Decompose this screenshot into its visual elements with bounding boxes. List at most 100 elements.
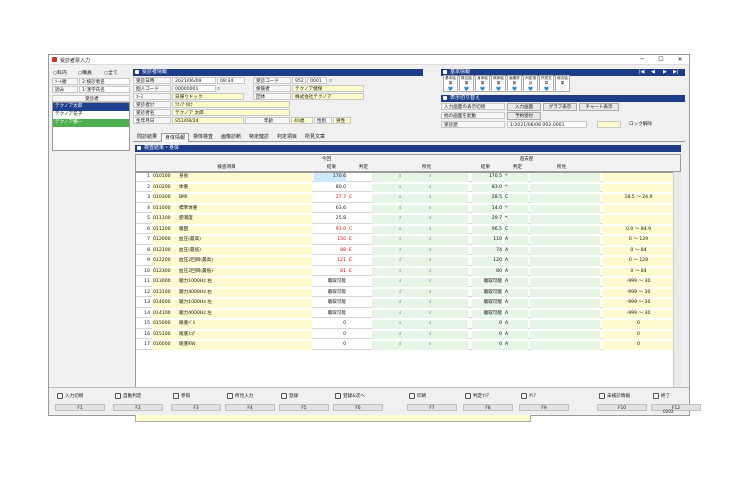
finding-cell[interactable] (372, 183, 468, 192)
judge-value[interactable] (348, 310, 370, 319)
judge-value[interactable]: E (348, 247, 370, 256)
table-row[interactable]: 2 010200 体重 80.0 83.0 * ⌕ ⌕ (136, 183, 676, 193)
finding-cell[interactable] (372, 204, 468, 213)
toolbar-overall-result[interactable]: 総合結果 ♡ (555, 75, 570, 93)
insurer-field[interactable]: テクノア健保 (292, 85, 364, 92)
search-icon[interactable]: ⌕ (398, 236, 404, 245)
fkey-f10[interactable]: 未検診情報 F10 (597, 390, 649, 414)
search-icon[interactable]: ⌕ (398, 194, 404, 203)
input-screen-button[interactable]: 入力画面 (507, 103, 541, 111)
next-record-button[interactable]: ▶ (663, 69, 667, 76)
judge-value[interactable]: E (348, 257, 370, 266)
toolbar-basic-result[interactable]: 基本結果 ♥ (443, 75, 458, 93)
search-icon[interactable]: ⌕ (398, 278, 404, 287)
search-icon[interactable]: ⌕ (398, 320, 404, 329)
list-item[interactable]: テクノア花子 (53, 111, 129, 119)
result-value[interactable]: 聴取可能 (314, 299, 346, 308)
search-icon[interactable]: ⌕ (428, 299, 434, 308)
toolbar-findings[interactable]: 所見文章 ♥ (539, 75, 554, 93)
search-icon[interactable]: ⌕ (428, 173, 434, 182)
judge-value[interactable]: C (348, 194, 370, 203)
search-icon[interactable]: ⌕ (398, 289, 404, 298)
table-row[interactable]: 12 013100 聴力4000Hz 右聴取可能 聴取可能 A -999 ～ 30 ⌕ ⌕ (136, 288, 676, 298)
fkey-f9[interactable]: ｸﾘｱ F9 (519, 390, 571, 414)
table-row[interactable]: 9 012200 血圧2回目(最高) 121 E 120 A 0 ～ 129 ⌕ ⌕ (136, 257, 676, 266)
lock-release-label[interactable]: ロック解除 (627, 121, 663, 128)
org-field[interactable]: 株式会社テクノア (292, 93, 364, 100)
search-icon[interactable]: ⌕ (398, 205, 404, 214)
code-prefix-field[interactable]: 952 (292, 77, 306, 84)
table-row[interactable]: 1 010100 身長 170.6 170.5 * ⌕ ⌕ (136, 173, 676, 182)
fkey-f3[interactable]: 参照 F3 (171, 390, 223, 414)
search-icon[interactable]: ⌕ (428, 289, 434, 298)
kana-field[interactable]: ﾃｸﾉｱ ﾀﾛｳ (172, 101, 290, 108)
finding-cell[interactable] (372, 278, 468, 287)
birth-field[interactable]: S51/08/24 (172, 117, 244, 124)
search-icon[interactable]: ⌕ (398, 310, 404, 319)
lock-field[interactable] (597, 121, 621, 128)
fkey-f5[interactable]: 登録 F5 (279, 390, 331, 414)
result-value[interactable]: 0 (314, 341, 346, 350)
finding-cell[interactable] (372, 288, 468, 297)
first-record-button[interactable]: |◀ (639, 69, 645, 76)
search-icon[interactable]: ⌕ (428, 215, 434, 224)
judge-value[interactable] (348, 331, 370, 340)
search-icon[interactable]: ⌕ (398, 268, 404, 277)
result-value[interactable]: 170.6 (314, 173, 346, 182)
fkey-f7[interactable]: 印刷 F7 (407, 390, 459, 414)
search-icon[interactable]: ⌕ (398, 299, 404, 308)
table-row[interactable]: 5 011100 肥満度 25.8 29.7 * ⌕ ⌕ (136, 215, 676, 224)
result-value[interactable]: 91.0 (314, 226, 346, 235)
finding-cell[interactable] (372, 257, 468, 266)
tab-image[interactable]: 画像診断 (217, 133, 245, 142)
judge-value[interactable] (348, 299, 370, 308)
course-field[interactable]: 日帰りドック (172, 93, 244, 100)
fkey-f1[interactable]: 入力切替 F1 (55, 390, 107, 414)
date-field[interactable]: 2021/06/09 (172, 77, 216, 84)
judge-value[interactable]: E (348, 268, 370, 277)
search-icon[interactable]: ⌕ (398, 226, 404, 235)
minimize-button[interactable]: ─ (633, 55, 651, 65)
fkey-f4[interactable]: 所見入力 F4 (225, 390, 277, 414)
judge-value[interactable] (348, 289, 370, 298)
result-value[interactable]: 121 (314, 257, 346, 266)
prev-record-button[interactable]: ◀ (651, 69, 655, 76)
tab-interview[interactable]: 問診結果 (133, 133, 161, 142)
time-field[interactable]: 09:34 (217, 77, 245, 84)
judge-value[interactable] (348, 320, 370, 329)
search-icon[interactable]: ⌕ (428, 310, 434, 319)
toolbar-body-result[interactable]: 身体結果 ♥ (475, 75, 490, 93)
result-value[interactable]: 150 (314, 236, 346, 245)
sort-select[interactable]: 2:検診者名 (79, 78, 130, 85)
search-icon[interactable]: ⌕ (428, 257, 434, 266)
search-icon[interactable]: ⌕ (398, 247, 404, 256)
tab-body[interactable]: 身体情報 (161, 133, 189, 142)
toolbar-judge-items[interactable]: 判定項目 ♥ (523, 75, 538, 93)
search-icon[interactable]: ⌕ (428, 320, 434, 329)
judge-value[interactable]: E (348, 236, 370, 245)
tab-judge[interactable]: 判定項目 (273, 133, 301, 142)
finding-cell[interactable] (372, 173, 468, 182)
toolbar-history-result[interactable]: 既往結果 ♥ (459, 75, 474, 93)
search-icon[interactable]: ⌕ (428, 341, 434, 350)
maximize-button[interactable]: ☐ (652, 55, 670, 65)
tab-specific[interactable]: 特定健診 (245, 133, 273, 142)
search-icon[interactable]: ⌕ (398, 184, 404, 193)
result-value[interactable]: 0 (314, 320, 346, 329)
finding-cell[interactable] (372, 215, 468, 224)
radio-staff[interactable]: ○職員 (78, 69, 92, 76)
table-row[interactable]: 14 014100 聴力4000Hz 左聴取可能 聴取可能 A -999 ～ 30 ⌕ ⌕ (136, 309, 676, 319)
finding-cell[interactable] (372, 309, 468, 318)
finding-cell[interactable] (372, 246, 468, 255)
search-icon[interactable]: ⌕ (428, 278, 434, 287)
result-value[interactable]: 聴取可能 (314, 310, 346, 319)
judge-value[interactable] (348, 278, 370, 287)
finding-cell[interactable] (372, 320, 468, 329)
table-row[interactable]: 13 014000 聴力1000Hz 左聴取可能 聴取可能 A -999 ～ 30 ⌕ ⌕ (136, 299, 676, 308)
search-icon[interactable]: ⌕ (398, 173, 404, 182)
search-icon[interactable]: ⌕ (428, 205, 434, 214)
result-value[interactable]: 聴取可能 (314, 289, 346, 298)
chart-button[interactable]: チャート表示 (579, 103, 619, 111)
search-icon[interactable]: ⌕ (398, 341, 404, 350)
search-icon[interactable]: ⌕ (428, 247, 434, 256)
